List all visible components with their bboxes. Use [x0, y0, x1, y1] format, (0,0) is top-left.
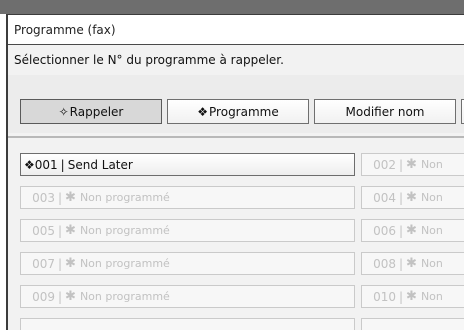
tab-program-label: Programme — [209, 104, 279, 119]
slot-label: Non — [420, 257, 443, 270]
slot-divider: | — [58, 256, 63, 271]
top-bar — [0, 0, 464, 14]
program-slot-010[interactable]: 010 | ✱ Non — [361, 285, 464, 308]
slot-number: 002 — [373, 157, 396, 172]
program-slot-009[interactable]: 009 | ✱ Non programmé — [20, 285, 355, 308]
slot-label: Send Later — [67, 157, 133, 172]
not-programmed-icon: ✱ — [65, 190, 76, 205]
slot-label: Non — [420, 158, 443, 171]
dialog-title: Programme (fax) — [14, 23, 116, 37]
not-programmed-icon: ✱ — [406, 157, 417, 172]
title-bar: Programme (fax) — [8, 15, 464, 45]
program-slot-001[interactable]: ❖ 001 | Send Later — [20, 153, 355, 176]
slot-divider: | — [399, 289, 404, 304]
slot-label: Non programmé — [79, 257, 170, 270]
not-programmed-icon: ✱ — [406, 190, 417, 205]
not-programmed-icon: ✱ — [406, 256, 417, 271]
tab-bar: ✧ Rappeler ❖ Programme Modifier nom — [8, 75, 464, 133]
not-programmed-icon: ✱ — [406, 223, 417, 238]
slot-label: Non — [420, 224, 443, 237]
slot-divider: | — [60, 157, 65, 172]
not-programmed-icon: ✱ — [406, 289, 417, 304]
tab-change-name-label: Modifier nom — [345, 104, 425, 119]
slot-divider: | — [399, 190, 404, 205]
slot-number: 008 — [373, 256, 396, 271]
slot-label: Non — [420, 290, 443, 303]
program-slot-008[interactable]: 008 | ✱ Non — [361, 252, 464, 275]
program-slot-003[interactable]: 003 | ✱ Non programmé — [20, 186, 355, 209]
divider — [8, 136, 464, 138]
slot-number: 006 — [373, 223, 396, 238]
program-slot-005[interactable]: 005 | ✱ Non programmé — [20, 219, 355, 242]
slot-number: 007 — [32, 256, 55, 271]
not-programmed-icon: ✱ — [65, 256, 76, 271]
slot-divider: | — [399, 256, 404, 271]
recall-icon: ✧ — [58, 104, 69, 119]
slot-label: Non programmé — [79, 191, 170, 204]
instruction-text: Sélectionner le N° du programme à rappel… — [14, 53, 284, 67]
slot-number: 003 — [32, 190, 55, 205]
slot-label: Non programmé — [79, 224, 170, 237]
slot-divider: | — [399, 157, 404, 172]
not-programmed-icon: ✱ — [65, 223, 76, 238]
program-slot-partial[interactable] — [20, 318, 355, 330]
tab-recall-label: Rappeler — [69, 104, 124, 119]
program-slot-007[interactable]: 007 | ✱ Non programmé — [20, 252, 355, 275]
slot-divider: | — [399, 223, 404, 238]
program-slot-004[interactable]: 004 | ✱ Non — [361, 186, 464, 209]
slot-number: 004 — [373, 190, 396, 205]
tab-program[interactable]: ❖ Programme — [167, 99, 309, 124]
tab-recall[interactable]: ✧ Rappeler — [20, 99, 162, 124]
slot-divider: | — [58, 223, 63, 238]
program-icon: ❖ — [197, 104, 209, 119]
program-slot-partial[interactable] — [361, 318, 464, 330]
slot-divider: | — [58, 190, 63, 205]
program-slot-002[interactable]: 002 | ✱ Non — [361, 153, 464, 176]
program-dialog: Programme (fax) Sélectionner le N° du pr… — [6, 14, 464, 330]
screen: Programme (fax) Sélectionner le N° du pr… — [0, 0, 464, 330]
slot-label: Non — [420, 191, 443, 204]
program-icon: ❖ — [24, 157, 35, 172]
slot-number: 005 — [32, 223, 55, 238]
slot-number: 001 — [34, 157, 58, 172]
not-programmed-icon: ✱ — [65, 289, 76, 304]
slot-number: 009 — [32, 289, 55, 304]
slot-divider: | — [58, 289, 63, 304]
slot-number: 010 — [373, 289, 396, 304]
program-slot-006[interactable]: 006 | ✱ Non — [361, 219, 464, 242]
slot-label: Non programmé — [79, 290, 170, 303]
tab-change-name[interactable]: Modifier nom — [314, 99, 456, 124]
